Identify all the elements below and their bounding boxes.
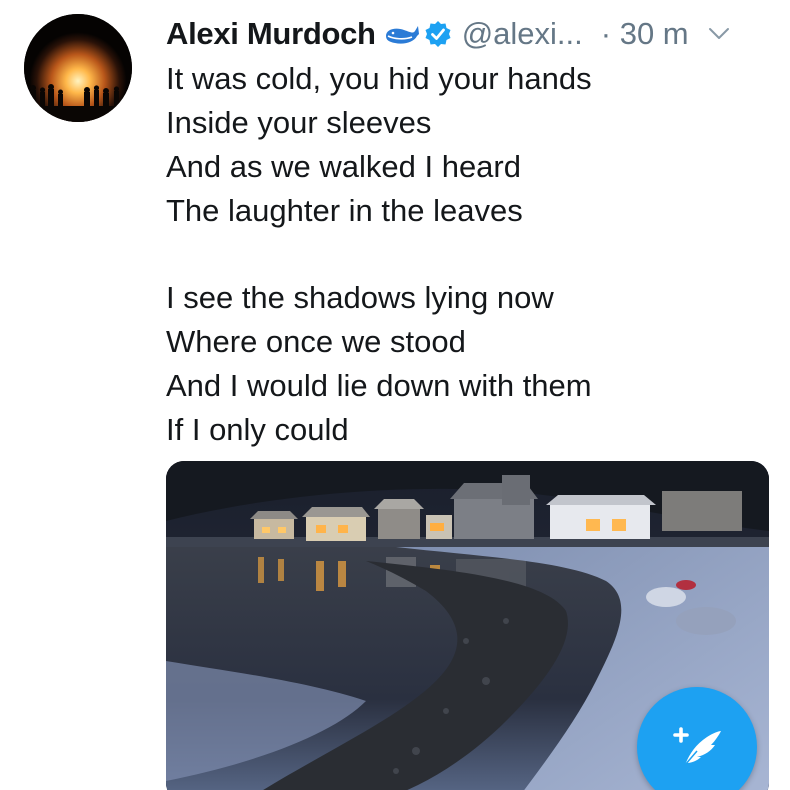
compose-feather-plus-icon [667, 715, 727, 780]
author-handle[interactable]: @alexi... [462, 16, 583, 52]
whale-icon [384, 22, 420, 46]
timestamp[interactable]: · 30 m [601, 16, 689, 52]
tweet-text-line: And I would lie down with them [166, 368, 592, 403]
tweet-text-line: Inside your sleeves [166, 105, 432, 140]
tweet-text-line: If I only could [166, 412, 349, 447]
tweet-text-line: And as we walked I heard [166, 149, 521, 184]
tweet-text-line: It was cold, you hid your hands [166, 61, 592, 96]
tweet-text-line: I see the shadows lying now [166, 280, 554, 315]
chevron-down-icon[interactable] [707, 22, 731, 46]
avatar[interactable] [24, 14, 132, 122]
stanza-break [166, 233, 766, 276]
tweet[interactable]: Alexi Murdoch @alexi... · 30 m It was co… [0, 0, 790, 790]
tweet-header: Alexi Murdoch @alexi... · 30 m [166, 14, 776, 54]
avatar-bonfire-image [24, 14, 132, 122]
tweet-text: It was cold, you hid your hands Inside y… [166, 57, 766, 452]
verified-badge-icon [424, 20, 452, 48]
tweet-text-line: Where once we stood [166, 324, 466, 359]
author-name[interactable]: Alexi Murdoch [166, 16, 376, 52]
tweet-text-line: The laughter in the leaves [166, 193, 523, 228]
